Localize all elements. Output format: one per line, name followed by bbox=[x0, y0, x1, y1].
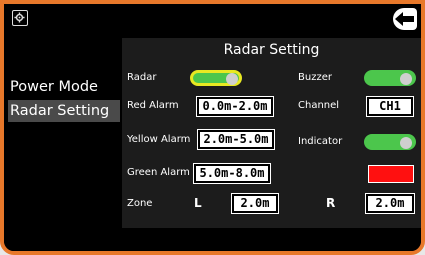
red-alarm-field[interactable]: 0.0m-2.0m bbox=[196, 96, 274, 117]
menu-item-radar-setting[interactable]: Radar Setting bbox=[8, 100, 120, 122]
red-alarm-label: Red Alarm bbox=[127, 100, 179, 111]
zone-right-label: R bbox=[326, 196, 336, 210]
toggle-knob bbox=[400, 137, 412, 149]
radar-label: Radar bbox=[127, 72, 157, 83]
menu-item-power-mode[interactable]: Power Mode bbox=[8, 76, 120, 98]
zone-left-label: L bbox=[194, 196, 202, 210]
channel-label: Channel bbox=[298, 100, 340, 111]
gear-icon bbox=[14, 12, 25, 23]
radar-setting-panel: Radar Setting Radar Buzzer Red Alarm 0.0… bbox=[122, 38, 421, 228]
device-screen: Power Mode Radar Setting Radar Setting R… bbox=[0, 0, 425, 255]
side-menu: Power Mode Radar Setting bbox=[4, 38, 122, 228]
zone-label: Zone bbox=[127, 198, 153, 209]
indicator-toggle[interactable] bbox=[364, 134, 416, 150]
zone-right-field[interactable]: 2.0m bbox=[365, 193, 415, 214]
radar-toggle[interactable] bbox=[190, 70, 242, 86]
indicator-color-swatch[interactable] bbox=[368, 165, 414, 183]
green-alarm-label: Green Alarm bbox=[127, 167, 190, 178]
yellow-alarm-label: Yellow Alarm bbox=[127, 134, 191, 145]
panel-title: Radar Setting bbox=[223, 42, 320, 58]
footer-bar bbox=[4, 228, 421, 251]
header-bar bbox=[4, 4, 421, 38]
back-arrow-icon bbox=[395, 12, 414, 26]
channel-field[interactable]: CH1 bbox=[366, 96, 414, 117]
buzzer-label: Buzzer bbox=[298, 72, 332, 83]
indicator-label: Indicator bbox=[298, 136, 343, 147]
buzzer-toggle[interactable] bbox=[364, 70, 416, 86]
back-button[interactable] bbox=[393, 8, 417, 30]
toggle-knob bbox=[400, 73, 412, 85]
toggle-knob bbox=[226, 73, 238, 85]
zone-left-field[interactable]: 2.0m bbox=[231, 193, 279, 214]
green-alarm-field[interactable]: 5.0m-8.0m bbox=[193, 163, 271, 184]
yellow-alarm-field[interactable]: 2.0m-5.0m bbox=[197, 129, 275, 150]
settings-button[interactable] bbox=[12, 10, 28, 26]
